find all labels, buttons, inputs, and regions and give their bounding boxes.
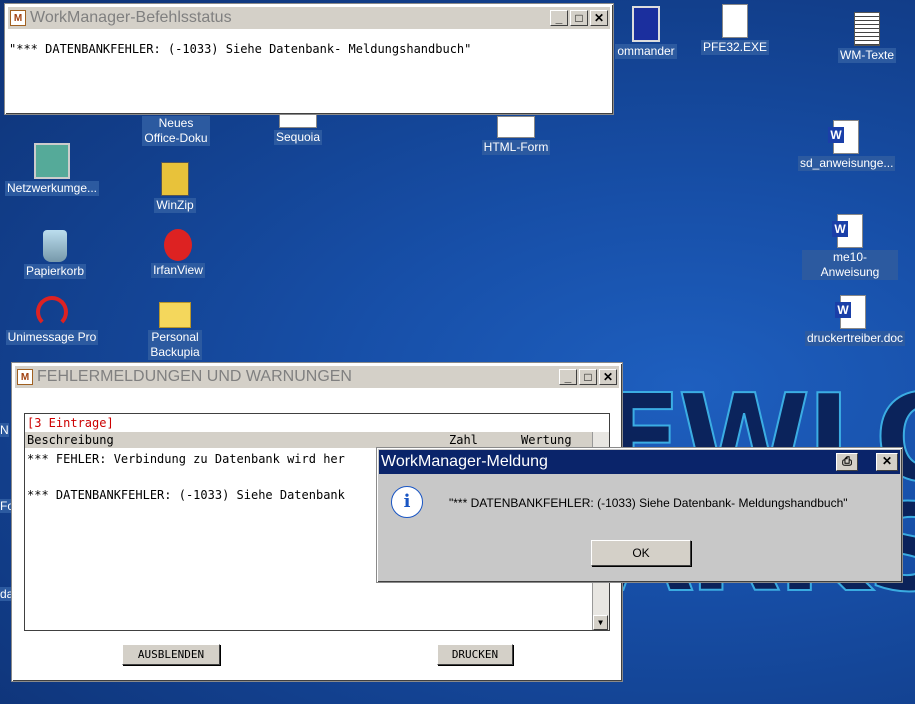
pfe-icon	[722, 4, 748, 38]
desktop-icon-label: Neues Office-Doku	[142, 116, 210, 146]
folder-icon	[159, 302, 191, 328]
errors-window-titlebar[interactable]: M FEHLERMELDUNGEN UND WARNUNGEN _ □ ✕	[15, 366, 619, 388]
desktop-icon-pfe32[interactable]: PFE32.EXE	[687, 4, 783, 55]
close-button[interactable]: ✕	[590, 10, 608, 26]
desktop-icon-irfanview[interactable]: IrfanView	[130, 229, 226, 278]
desktop-icon-sd-anweisungen[interactable]: sd_anweisunge...	[798, 120, 896, 171]
desktop-icon-label: Sequoia	[273, 130, 323, 145]
desktop-icon-label: WM-Texte	[838, 48, 896, 63]
text-file-icon	[854, 12, 880, 46]
winzip-icon	[161, 162, 189, 196]
information-icon: i	[391, 486, 423, 518]
print-button[interactable]: DRUCKEN	[437, 644, 513, 665]
desktop-icon-label: Netzwerkumge...	[4, 181, 100, 196]
desktop-icon-me10-anweisung[interactable]: me10-Anweisung	[802, 214, 898, 280]
irfanview-icon	[164, 229, 192, 261]
desktop-icon-personal-backup[interactable]: Personal Backupia	[127, 296, 223, 360]
hide-button[interactable]: AUSBLENDEN	[122, 644, 220, 665]
scroll-down-arrow-icon[interactable]: ▼	[593, 615, 608, 630]
desktop-icon-label: WinZip	[154, 198, 196, 213]
desktop-icon-recycle-bin[interactable]: Papierkorb	[7, 230, 103, 279]
headset-icon	[36, 296, 68, 328]
word-doc-icon	[835, 295, 866, 329]
desktop-icon-label: Personal Backupia	[148, 330, 202, 360]
desktop-icon-label: HTML-Form	[481, 140, 551, 155]
close-button[interactable]: ✕	[876, 453, 898, 471]
network-icon	[34, 143, 70, 179]
column-header-rating[interactable]: Wertung	[521, 433, 572, 447]
status-message: "*** DATENBANKFEHLER: (-1033) Siehe Date…	[9, 42, 472, 56]
desktop-icon-winzip[interactable]: WinZip	[127, 162, 223, 213]
ok-button[interactable]: OK	[591, 540, 691, 566]
minimize-button[interactable]: _	[559, 369, 577, 385]
desktop-icon-office-doc[interactable]: Neues Office-Doku	[128, 116, 224, 146]
desktop-icon-label: PFE32.EXE	[700, 40, 770, 55]
dialog-message: "*** DATENBANKFEHLER: (-1033) Siehe Date…	[449, 496, 848, 510]
desktop-icon-label: sd_anweisunge...	[798, 156, 896, 171]
status-window: M WorkManager-Befehlsstatus _ □ ✕ "*** D…	[4, 3, 614, 115]
status-window-title: WorkManager-Befehlsstatus	[30, 9, 232, 26]
word-doc-icon	[832, 214, 863, 248]
maximize-button[interactable]: □	[579, 369, 597, 385]
desktop-icon-label: ommander	[615, 44, 677, 59]
column-header-description[interactable]: Beschreibung	[27, 433, 114, 447]
message-dialog: WorkManager-Meldung ⎙ ✕ i "*** DATENBANK…	[376, 447, 903, 583]
recycle-bin-icon	[43, 230, 67, 262]
errors-list-header: Beschreibung Zahl Wertung	[25, 432, 593, 448]
desktop-icon-label: Papierkorb	[23, 264, 87, 279]
desktop-icon-label: Unimessage Pro	[5, 330, 99, 345]
desktop-icon-label: me10-Anweisung	[802, 250, 898, 280]
shortcut-icon	[497, 116, 535, 138]
close-button[interactable]: ✕	[599, 369, 617, 385]
message-dialog-title: WorkManager-Meldung	[381, 453, 548, 470]
minimize-button[interactable]: _	[550, 10, 568, 26]
desktop-icon-label: IrfanView	[151, 263, 205, 278]
desktop-icon-network[interactable]: Netzwerkumge...	[4, 143, 100, 196]
workmanager-app-icon: M	[10, 10, 26, 26]
word-doc-icon	[828, 120, 859, 154]
list-item[interactable]: *** FEHLER: Verbindung zu Datenbank wird…	[27, 452, 345, 466]
workmanager-app-icon: M	[17, 369, 33, 385]
desktop-icon-label-partial: N	[0, 423, 9, 437]
list-item[interactable]: *** DATENBANKFEHLER: (-1033) Siehe Daten…	[27, 488, 345, 502]
column-header-count[interactable]: Zahl	[449, 433, 478, 447]
message-dialog-titlebar[interactable]: WorkManager-Meldung ⎙ ✕	[379, 450, 900, 474]
desktop-icon-label: druckertreiber.doc	[805, 331, 906, 346]
desktop-icon-unimessage[interactable]: Unimessage Pro	[4, 296, 100, 345]
desktop-icon-wm-texte[interactable]: WM-Texte	[819, 12, 915, 63]
errors-window-title: FEHLERMELDUNGEN UND WARNUNGEN	[37, 368, 352, 385]
floppy-icon	[632, 6, 660, 42]
maximize-button[interactable]: □	[570, 10, 588, 26]
status-window-titlebar[interactable]: M WorkManager-Befehlsstatus _ □ ✕	[8, 7, 610, 29]
desktop-icon-druckertreiber[interactable]: druckertreiber.doc	[805, 295, 906, 346]
print-icon[interactable]: ⎙	[836, 453, 858, 471]
entry-count-label: [3 Eintrage]	[27, 416, 114, 430]
